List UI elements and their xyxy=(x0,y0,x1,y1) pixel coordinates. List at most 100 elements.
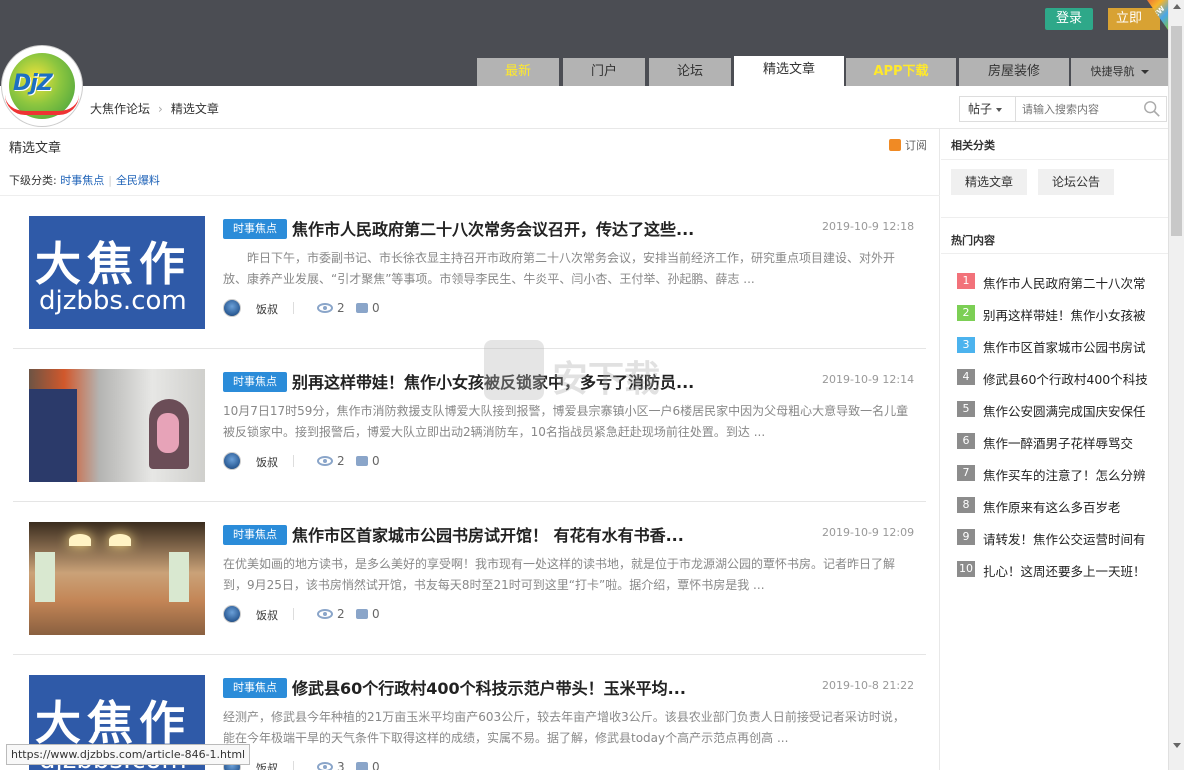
eye-icon xyxy=(317,609,333,619)
author-name[interactable]: 饭叔 xyxy=(256,607,278,623)
author-name[interactable]: 饭叔 xyxy=(256,760,278,770)
nav-tab-latest[interactable]: 最新 xyxy=(477,58,559,86)
quick-nav-label: 快捷导航 xyxy=(1090,65,1135,78)
subcategory-label: 下级分类: xyxy=(9,174,57,187)
thumbnail-site-text: djzbbs.com xyxy=(39,286,187,316)
thumbnail-logo-text: 大焦作 xyxy=(35,237,191,291)
search-box: 帖子 xyxy=(959,96,1167,122)
top-header: 登录 立即 NEW 最新 门户 论坛 精选文章 APP下载 房屋装修 快捷导航 xyxy=(0,0,1168,86)
scroll-up-arrow-icon[interactable] xyxy=(1173,4,1181,9)
hot-list-item[interactable]: 5 焦作公安圆满完成国庆安保任 xyxy=(957,399,1163,419)
nav-tab-forum[interactable]: 论坛 xyxy=(649,58,731,86)
related-categories-title: 相关分类 xyxy=(951,139,995,152)
category-button-announcements[interactable]: 论坛公告 xyxy=(1038,169,1114,195)
login-button[interactable]: 登录 xyxy=(1045,8,1093,30)
avatar[interactable] xyxy=(223,605,241,623)
category-button-featured[interactable]: 精选文章 xyxy=(951,169,1027,195)
rank-badge: 5 xyxy=(957,401,975,417)
article-meta: 饭叔 2 0 xyxy=(223,299,523,317)
hot-item-title[interactable]: 焦作买车的注意了！怎么分辨 xyxy=(983,465,1163,484)
article-thumbnail[interactable]: 大焦作 djzbbs.com xyxy=(29,216,205,329)
category-tag[interactable]: 时事焦点 xyxy=(223,678,287,698)
thumbnail-window xyxy=(169,552,189,602)
breadcrumb-home[interactable]: 大焦作论坛 xyxy=(90,102,150,116)
rank-badge: 10 xyxy=(957,561,975,577)
breadcrumb-separator-icon: › xyxy=(158,102,163,116)
subcategory-link-current-affairs[interactable]: 时事焦点 xyxy=(60,174,104,187)
hot-list-item[interactable]: 6 焦作一醉酒男子花样辱骂交 xyxy=(957,431,1163,451)
hot-item-title[interactable]: 焦作原来有这么多百岁老 xyxy=(983,497,1163,516)
view-count: 3 xyxy=(337,760,345,770)
site-logo[interactable]: DjZ xyxy=(2,46,82,126)
register-button[interactable]: 立即 xyxy=(1108,8,1160,30)
chevron-down-icon xyxy=(996,107,1003,112)
article-thumbnail[interactable] xyxy=(29,369,205,482)
hot-list-item[interactable]: 3 焦作市区首家城市公园书房试 xyxy=(957,335,1163,355)
article-title[interactable]: 焦作市人民政府第二十八次常务会议召开，传达了这些... xyxy=(292,216,792,240)
hot-item-title[interactable]: 别再这样带娃！焦作小女孩被 xyxy=(983,305,1163,324)
breadcrumb: 大焦作论坛 › 精选文章 xyxy=(90,100,219,117)
subcategory-link-public-tips[interactable]: 全民爆料 xyxy=(116,174,160,187)
subscribe-label: 订阅 xyxy=(905,139,927,152)
article-thumbnail[interactable] xyxy=(29,522,205,635)
scroll-thumb[interactable] xyxy=(1171,26,1182,236)
category-tag[interactable]: 时事焦点 xyxy=(223,219,287,239)
divider xyxy=(941,159,1168,160)
search-input[interactable] xyxy=(1022,99,1138,119)
hot-item-title[interactable]: 焦作市人民政府第二十八次常 xyxy=(983,273,1163,292)
search-type-select[interactable]: 帖子 xyxy=(960,97,1016,121)
article-title[interactable]: 修武县60个行政村400个科技示范户带头！玉米平均... xyxy=(292,675,792,699)
search-type-label: 帖子 xyxy=(968,102,993,116)
hot-item-title[interactable]: 焦作市区首家城市公园书房试 xyxy=(983,337,1163,356)
category-tag[interactable]: 时事焦点 xyxy=(223,372,287,392)
hot-list-item[interactable]: 10 扎心！这周还要多上一天班！ xyxy=(957,559,1163,579)
rank-badge: 3 xyxy=(957,337,975,353)
section-title: 精选文章 xyxy=(9,141,62,156)
view-count: 2 xyxy=(337,607,345,621)
hot-list-item[interactable]: 9 请转发！焦作公交运营时间有 xyxy=(957,527,1163,547)
article-summary: 在优美如画的地方读书，是多么美好的享受啊！我市现有一处这样的读书地，就是位于市龙… xyxy=(223,557,896,592)
scroll-down-arrow-icon[interactable] xyxy=(1173,743,1181,748)
nav-tab-quick-nav[interactable]: 快捷导航 xyxy=(1071,58,1168,86)
nav-tab-portal[interactable]: 门户 xyxy=(563,58,645,86)
article-meta: 饭叔 3 0 xyxy=(223,758,523,770)
article-item: 时事焦点 焦作市区首家城市公园书房试开馆！ 有花有水有书香... 2019-10… xyxy=(13,502,926,655)
hot-list-item[interactable]: 4 修武县60个行政村400个科技 xyxy=(957,367,1163,387)
thumbnail-figure xyxy=(29,389,77,482)
hot-item-title[interactable]: 请转发！焦作公交运营时间有 xyxy=(983,529,1163,548)
category-tag[interactable]: 时事焦点 xyxy=(223,525,287,545)
hot-item-title[interactable]: 焦作一醉酒男子花样辱骂交 xyxy=(983,433,1163,452)
nav-tab-home-decor[interactable]: 房屋装修 xyxy=(959,58,1069,86)
author-name[interactable]: 饭叔 xyxy=(256,301,278,317)
rank-badge: 2 xyxy=(957,305,975,321)
author-name[interactable]: 饭叔 xyxy=(256,454,278,470)
hot-list-item[interactable]: 7 焦作买车的注意了！怎么分辨 xyxy=(957,463,1163,483)
eye-icon xyxy=(317,456,333,466)
divider xyxy=(941,253,1168,254)
hot-item-title[interactable]: 扎心！这周还要多上一天班！ xyxy=(983,561,1163,580)
comment-icon xyxy=(356,303,368,313)
nav-tab-featured[interactable]: 精选文章 xyxy=(734,56,844,86)
article-summary: 经测产，修武县今年种植的21万亩玉米平均亩产603公斤，较去年亩产增收3公斤。该… xyxy=(223,710,905,745)
article-summary: 10月7日17时59分，焦作市消防救援支队博爱大队接到报警，博爱县宗寨镇小区一户… xyxy=(223,404,909,439)
main-content: 精选文章 订阅 下级分类: 时事焦点 | 全民爆料 大焦作 djzbbs.com 时… xyxy=(0,129,940,770)
subscribe-link[interactable]: 订阅 xyxy=(889,137,927,153)
hot-list-item[interactable]: 2 别再这样带娃！焦作小女孩被 xyxy=(957,303,1163,323)
chevron-down-icon xyxy=(1140,70,1149,74)
avatar[interactable] xyxy=(223,299,241,317)
page-scrollbar[interactable] xyxy=(1168,0,1184,770)
hot-item-title[interactable]: 焦作公安圆满完成国庆安保任 xyxy=(983,401,1163,420)
hot-item-title[interactable]: 修武县60个行政村400个科技 xyxy=(983,369,1163,388)
logo-text: DjZ xyxy=(13,71,53,96)
breadcrumb-current[interactable]: 精选文章 xyxy=(171,102,219,116)
hot-list-item[interactable]: 1 焦作市人民政府第二十八次常 xyxy=(957,271,1163,291)
hot-list-item[interactable]: 8 焦作原来有这么多百岁老 xyxy=(957,495,1163,515)
thumbnail-window xyxy=(35,552,55,602)
search-icon[interactable] xyxy=(1143,100,1161,118)
article-title[interactable]: 焦作市区首家城市公园书房试开馆！ 有花有水有书香... xyxy=(292,522,792,546)
reply-count: 0 xyxy=(372,607,380,621)
nav-tab-app-download[interactable]: APP下载 xyxy=(846,58,956,86)
article-summary: 昨日下午，市委副书记、市长徐衣显主持召开市政府第二十八次常务会议，安排当前经济工… xyxy=(223,251,896,286)
thumbnail-figure xyxy=(157,413,179,453)
avatar[interactable] xyxy=(223,452,241,470)
